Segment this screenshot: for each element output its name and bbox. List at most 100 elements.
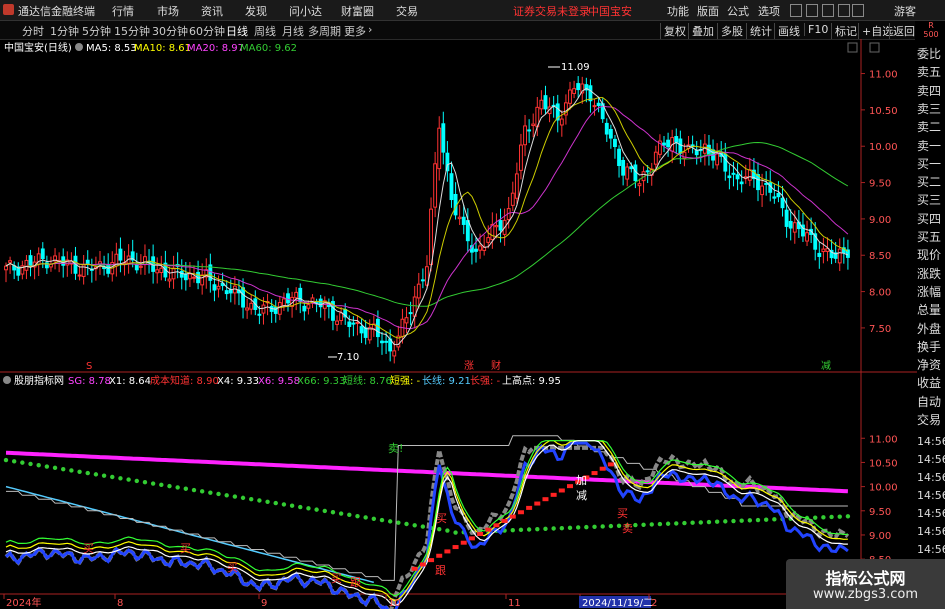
candle-body (429, 208, 433, 266)
menu-item-wealth[interactable]: 财富圈 (341, 3, 374, 19)
candle-body (494, 224, 499, 228)
mark-button[interactable]: 标记 (831, 23, 857, 39)
options-button[interactable]: 选项 (758, 3, 780, 19)
marker-reduce: 减 (821, 360, 831, 372)
period-tab-daily[interactable]: 日线 (226, 23, 248, 39)
cost-step (542, 497, 549, 502)
x66-dot (641, 522, 646, 527)
side-panel-item[interactable]: 自动 (917, 393, 945, 411)
candle-body (77, 274, 82, 277)
pane-close-icon[interactable] (869, 42, 880, 53)
period-tab-60min[interactable]: 60分钟 (189, 23, 225, 39)
period-tab-intraday[interactable]: 分时 (22, 23, 44, 39)
settings-icon[interactable] (822, 4, 834, 17)
cost-step (493, 523, 500, 528)
x66-dot (322, 508, 327, 514)
menu-item-quotes[interactable]: 行情 (112, 3, 134, 19)
candle-body (441, 123, 446, 153)
x66-dot (755, 517, 761, 523)
menu-item-discover[interactable]: 发现 (245, 3, 267, 19)
title-dropdown-icon[interactable] (75, 43, 83, 51)
menu-bar: 通达信金融终端 行情 市场 资讯 发现 问小达 财富圈 交易 证券交易未登录 中… (0, 0, 945, 21)
candle-body (106, 263, 111, 274)
candle-body (805, 232, 809, 242)
menu-item-news[interactable]: 资讯 (201, 3, 223, 19)
help-icon[interactable] (852, 4, 864, 17)
candle-body (731, 172, 736, 175)
x66-dot (845, 514, 851, 519)
multi-stock-button[interactable]: 多股 (717, 23, 743, 39)
period-tab-1min[interactable]: 1分钟 (50, 23, 79, 39)
cost-step (501, 518, 508, 523)
period-tab-more[interactable]: 更多 (344, 23, 366, 39)
period-tab-15min[interactable]: 15分钟 (114, 23, 150, 39)
indicator-value-label: X1: 8.64 (109, 376, 151, 387)
ma60-label: MA60: 9.62 (240, 43, 297, 54)
x66-dot (69, 468, 74, 473)
period-tab-weekly[interactable]: 周线 (254, 23, 276, 39)
candle-body (478, 245, 483, 251)
x66-dot (175, 485, 180, 490)
candle-body (228, 289, 233, 294)
x66-dot (28, 461, 33, 467)
low-label: 7.10 (337, 352, 359, 363)
period-tab-30min[interactable]: 30分钟 (152, 23, 188, 39)
add-watchlist-button[interactable]: +自选 (858, 23, 893, 39)
period-tab-multi[interactable]: 多周期 (308, 23, 341, 39)
candle-body (539, 99, 544, 110)
function-button[interactable]: 功能 (667, 3, 689, 19)
buy-label: 买 (331, 572, 342, 585)
x66-dot (837, 514, 842, 519)
candle-body (351, 322, 356, 325)
menu-item-ask[interactable]: 问小达 (289, 3, 322, 19)
indicator-dropdown-icon[interactable] (3, 376, 11, 384)
candle-body (510, 192, 515, 206)
short-strong-line (5, 440, 848, 602)
x66-dot (633, 522, 638, 528)
guest-label[interactable]: 游客 (894, 3, 916, 19)
x66-dot (216, 491, 221, 497)
cost-step (468, 536, 475, 541)
ma10-label: MA10: 8.61 (134, 43, 191, 54)
candle-body (367, 327, 372, 341)
menu-item-market[interactable]: 市场 (157, 3, 179, 19)
x66-dot (85, 470, 90, 476)
chevron-right-icon[interactable]: › (368, 23, 372, 36)
candle-body (302, 305, 307, 312)
y-tick-label: 10.00 (869, 483, 898, 494)
overlay-button[interactable]: 叠加 (688, 23, 714, 39)
candle-body (645, 170, 650, 173)
menu-item-trade[interactable]: 交易 (396, 3, 418, 19)
adjust-button[interactable]: 复权 (660, 23, 686, 39)
layout-button[interactable]: 版面 (697, 3, 719, 19)
candle-body (4, 265, 8, 271)
side-panel-item[interactable]: 交易 (917, 411, 945, 429)
candle-body (134, 264, 139, 271)
period-tab-5min[interactable]: 5分钟 (82, 23, 111, 39)
candle-body (576, 83, 581, 91)
side-panel-item: 卖一 (917, 138, 942, 153)
period-tab-monthly[interactable]: 月线 (282, 23, 304, 39)
candle-body (384, 340, 389, 343)
candle-body (273, 306, 278, 314)
draw-line-button[interactable]: 画线 (774, 23, 800, 39)
cost-step (485, 527, 492, 532)
y-tick-label: 7.50 (869, 324, 891, 335)
x66-dot (600, 524, 605, 529)
chart-area[interactable]: 中国宝安(日线) MA5: 8.53 MA10: 8.61 MA20: 8.97… (0, 39, 917, 609)
account-icon[interactable] (790, 4, 802, 17)
candle-body (363, 327, 368, 338)
signal-label: 加 (576, 474, 587, 487)
f10-button[interactable]: F10 (804, 23, 828, 36)
formula-button[interactable]: 公式 (727, 3, 749, 19)
x66-dot (265, 499, 270, 504)
statistics-button[interactable]: 统计 (746, 23, 772, 39)
message-icon[interactable] (806, 4, 818, 17)
x66-dot (126, 477, 131, 482)
back-button[interactable]: 返回 (889, 23, 915, 39)
login-warning[interactable]: 证券交易未登录 (513, 3, 590, 19)
pane-zoom-icon[interactable] (847, 42, 858, 53)
panel-top-indicator: R 500 (923, 21, 939, 39)
candle-body (780, 197, 785, 209)
fullscreen-icon[interactable] (838, 4, 850, 17)
